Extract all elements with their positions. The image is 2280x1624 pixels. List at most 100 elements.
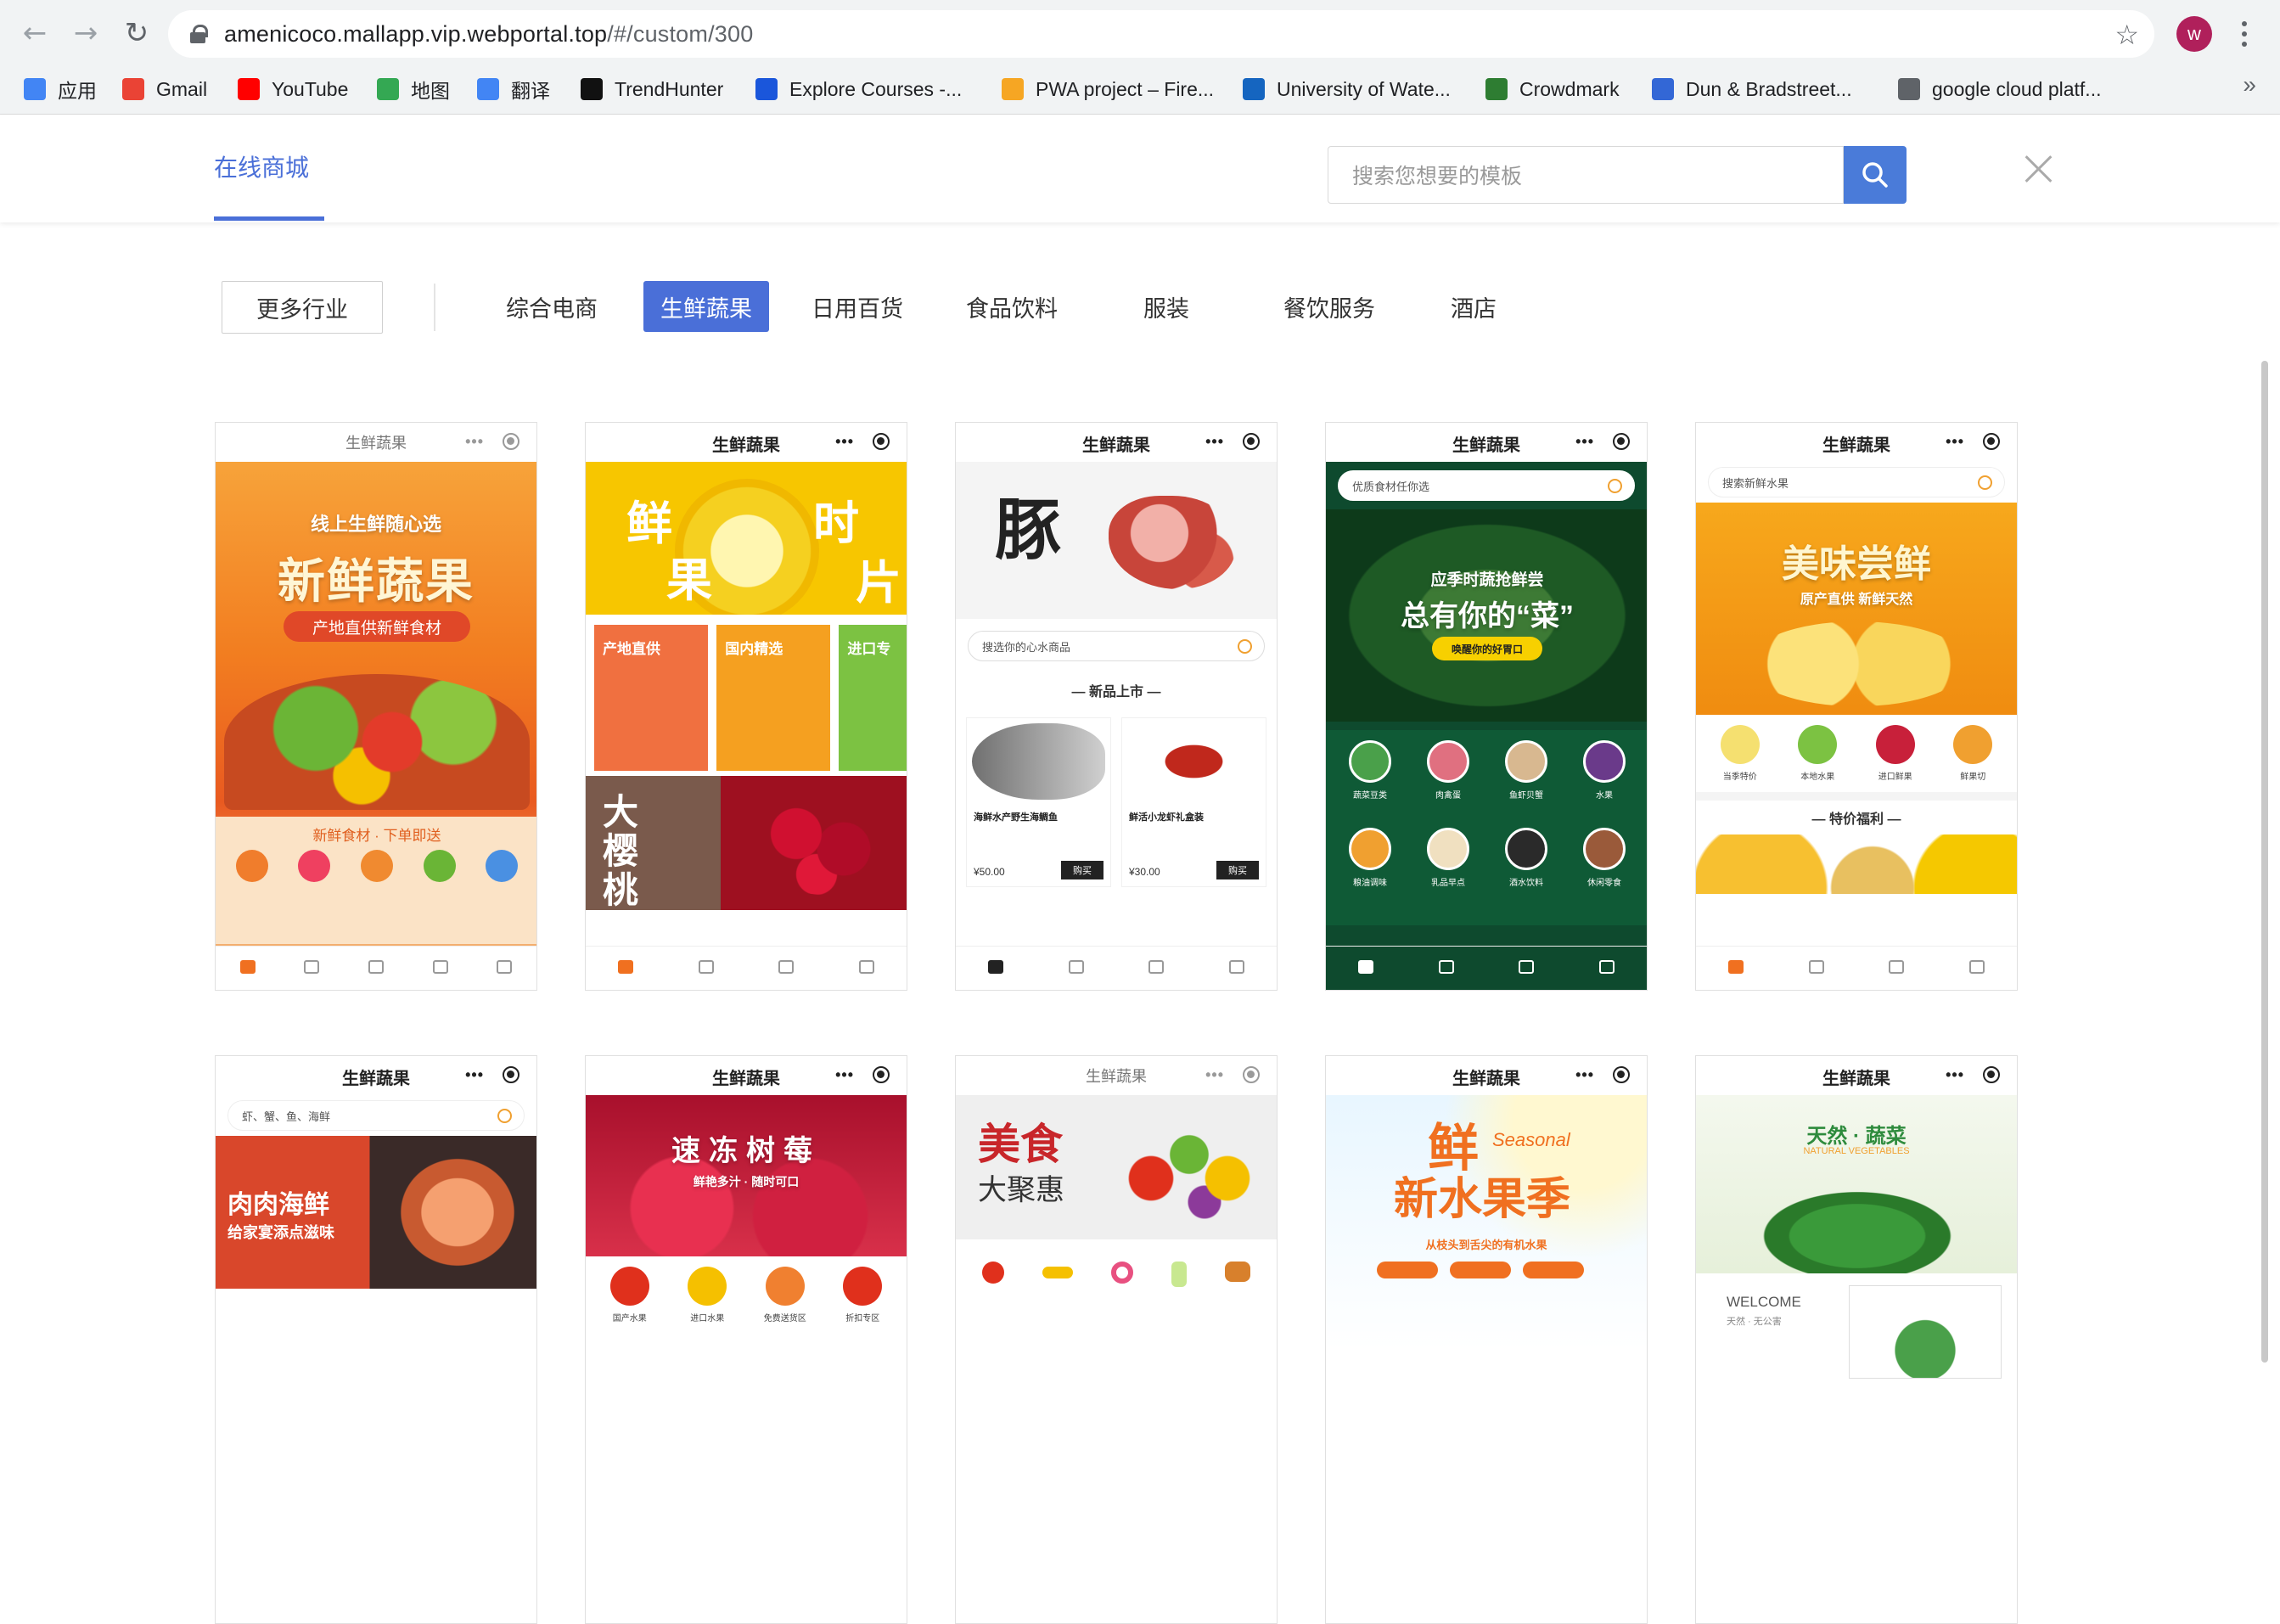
category-item[interactable]: 粮油调味	[1331, 828, 1409, 902]
card-title: 生鲜蔬果	[1822, 436, 1890, 455]
card-titlebar: 生鲜蔬果 •••	[1696, 423, 2017, 462]
reload-icon[interactable]: ↻	[119, 15, 154, 51]
card-titlebar: 生鲜蔬果 •••	[216, 423, 536, 462]
category-tab[interactable]: 日用百货	[798, 281, 917, 332]
youtube-icon	[238, 78, 260, 100]
template-card[interactable]: 生鲜蔬果 ••• 豚 搜选你的心水商品 — 新品上市 — 海鲜水产野生海鲷鱼 ¥5…	[955, 422, 1278, 991]
more-dots-icon: •••	[1205, 1066, 1224, 1083]
category-item[interactable]: 鱼虾贝蟹	[1487, 740, 1565, 814]
banner-line: 大聚惠	[978, 1173, 1064, 1207]
buy-button[interactable]: 购买	[1216, 861, 1259, 879]
bookmark-item[interactable]: TrendHunter	[581, 70, 723, 109]
banner-cta-button[interactable]: 唤醒你的好胃口	[1432, 637, 1542, 660]
bookmark-label: Crowdmark	[1519, 77, 1620, 100]
category-label: 本地水果	[1800, 773, 1835, 782]
bookmark-item[interactable]: PWA project – Fire...	[1002, 70, 1214, 109]
template-card[interactable]: 生鲜蔬果 ••• 优质食材任你选 应季时蔬抢鲜尝 总有你的“菜” 唤醒你的好胃口 …	[1325, 422, 1648, 991]
product-card[interactable]: 海鲜水产野生海鲷鱼 ¥50.00 购买	[966, 717, 1111, 887]
bookmark-label: Dun & Bradstreet...	[1686, 77, 1852, 100]
url-text[interactable]: amenicoco.mallapp.vip.webportal.top/#/cu…	[224, 21, 753, 48]
category-item[interactable]: 进口鲜果	[1870, 725, 1921, 782]
category-item[interactable]: 本地水果	[1792, 725, 1843, 782]
bookmark-star-icon[interactable]: ☆	[2114, 19, 2139, 51]
greens-banner: 应季时蔬抢鲜尝 总有你的“菜” 唤醒你的好胃口	[1326, 509, 1647, 722]
more-dots-icon: •••	[1946, 433, 1964, 450]
search-button[interactable]	[1844, 146, 1907, 204]
back-arrow-icon[interactable]: ←	[17, 15, 53, 51]
close-icon[interactable]	[2020, 151, 2056, 187]
category-item[interactable]: 折扣专区	[837, 1267, 888, 1323]
category-item[interactable]: 进口水果	[682, 1267, 733, 1323]
card-search-input[interactable]: 虾、蟹、鱼、海鲜	[227, 1100, 525, 1131]
template-card[interactable]: 生鲜蔬果 ••• 虾、蟹、鱼、海鲜 肉肉海鲜 给家宴添点滋味	[215, 1055, 537, 1624]
template-card[interactable]: 生鲜蔬果 ••• 速冻树莓 鲜艳多汁 · 随时可口 国产水果 进口水果 免费送货区 折扣…	[585, 1055, 907, 1624]
card-banner: 速冻树莓 鲜艳多汁 · 随时可口	[586, 1095, 907, 1256]
card-search-input[interactable]: 搜索新鲜水果	[1708, 467, 2005, 497]
product-row: 海鲜水产野生海鲷鱼 ¥50.00 购买 鲜活小龙虾礼盒装 ¥30.00 购买	[956, 707, 1277, 887]
category-item[interactable]: 乳品早点	[1409, 828, 1487, 902]
bookmark-item[interactable]: 地图	[377, 70, 450, 109]
banner-headline: 天然 · 蔬菜	[1806, 1125, 1907, 1148]
bookmark-item[interactable]: YouTube	[238, 70, 348, 109]
template-card[interactable]: 生鲜蔬果 ••• 鲜 果 时 片 产地直供 国内精选 进口专 大樱桃	[585, 422, 907, 991]
category-tab[interactable]: 食品饮料	[952, 281, 1071, 332]
cherry-banner: 大樱桃	[586, 776, 907, 910]
template-card[interactable]: 生鲜蔬果 ••• 鲜 Seasonal 新水果季 从枝头到舌尖的有机水果	[1325, 1055, 1648, 1624]
category-tab[interactable]: 生鲜蔬果	[643, 281, 769, 332]
category-item[interactable]: 当季特价	[1715, 725, 1766, 782]
bookmark-item[interactable]: University of Wate...	[1243, 70, 1451, 109]
tab-online-mall[interactable]: 在线商城	[214, 149, 309, 183]
section-title: — 特价福利 —	[1811, 812, 1901, 827]
category-item[interactable]: 酒水饮料	[1487, 828, 1565, 902]
card-search-input[interactable]: 搜选你的心水商品	[968, 631, 1265, 661]
url-bar[interactable]: amenicoco.mallapp.vip.webportal.top/#/cu…	[168, 10, 2154, 58]
card-title: 生鲜蔬果	[342, 1070, 410, 1088]
category-item[interactable]: 鲜果切	[1947, 725, 1998, 782]
bookmark-label: Gmail	[156, 77, 208, 100]
card-title: 生鲜蔬果	[345, 435, 407, 452]
bookmark-label: PWA project – Fire...	[1036, 77, 1215, 100]
card-body: 优质食材任你选 应季时蔬抢鲜尝 总有你的“菜” 唤醒你的好胃口 蔬菜豆类 肉禽蛋 鱼…	[1326, 462, 1647, 988]
category-tab[interactable]: 餐饮服务	[1260, 281, 1399, 332]
fruit-strip	[1696, 834, 2017, 894]
category-label: 进口鲜果	[1878, 773, 1912, 782]
bookmark-item[interactable]: Dun & Bradstreet...	[1652, 70, 1852, 109]
category-image	[609, 1267, 649, 1306]
bookmark-item[interactable]: Gmail	[122, 70, 207, 109]
category-tab[interactable]: 服装	[1107, 281, 1226, 332]
bookmark-item[interactable]: 翻译	[477, 70, 550, 109]
category-item[interactable]: 国产水果	[604, 1267, 655, 1323]
more-industries-button[interactable]: 更多行业	[222, 281, 383, 334]
banner-line: NATURAL VEGETABLES	[1803, 1146, 1910, 1156]
more-dots-icon: •••	[1946, 1066, 1964, 1083]
category-item[interactable]: 休闲零食	[1565, 828, 1643, 902]
category-item[interactable]: 免费送货区	[760, 1267, 811, 1323]
profile-avatar[interactable]: W	[2176, 16, 2212, 52]
category-icons	[216, 845, 536, 897]
category-tab[interactable]: 综合电商	[492, 281, 611, 332]
template-search-input[interactable]: 搜索您想要的模板	[1328, 146, 1844, 204]
category-item[interactable]: 水果	[1565, 740, 1643, 814]
bookmark-item[interactable]: 应用	[24, 70, 97, 109]
product-card[interactable]: 鲜活小龙虾礼盒装 ¥30.00 购买	[1121, 717, 1266, 887]
template-card[interactable]: 生鲜蔬果 ••• 美食 大聚惠	[955, 1055, 1278, 1624]
forward-arrow-icon[interactable]: →	[68, 15, 104, 51]
site-header: 在线商城 搜索您想要的模板	[0, 115, 2280, 222]
bookmark-item[interactable]: google cloud platf...	[1898, 70, 2101, 109]
card-title: 生鲜蔬果	[1082, 436, 1150, 455]
category-divider	[434, 284, 435, 331]
category-item[interactable]: 蔬菜豆类	[1331, 740, 1409, 814]
record-icon	[1613, 1066, 1630, 1083]
category-item[interactable]: 肉禽蛋	[1409, 740, 1487, 814]
template-card[interactable]: 生鲜蔬果 ••• 搜索新鲜水果 美味尝鲜 原产直供 新鲜天然 当季特价 本地水果 进口…	[1695, 422, 2018, 991]
template-card[interactable]: 生鲜蔬果 ••• 天然 · 蔬菜 NATURAL VEGETABLES WELCO…	[1695, 1055, 2018, 1624]
card-search-input[interactable]: 优质食材任你选	[1338, 470, 1635, 501]
buy-button[interactable]: 购买	[1061, 861, 1103, 879]
bookmark-item[interactable]: Crowdmark	[1485, 70, 1620, 109]
category-tab[interactable]: 酒店	[1414, 281, 1533, 332]
template-card[interactable]: 生鲜蔬果 ••• 线上生鲜随心选 新鲜蔬果 产地直供新鲜食材 新鲜食材 · 下单即…	[215, 422, 537, 991]
browser-menu-icon[interactable]	[2234, 15, 2255, 53]
bookmark-item[interactable]: Explore Courses -...	[755, 70, 962, 109]
bookmarks-overflow-icon[interactable]: »	[2243, 71, 2256, 98]
page-scrollbar[interactable]	[2261, 361, 2268, 1363]
